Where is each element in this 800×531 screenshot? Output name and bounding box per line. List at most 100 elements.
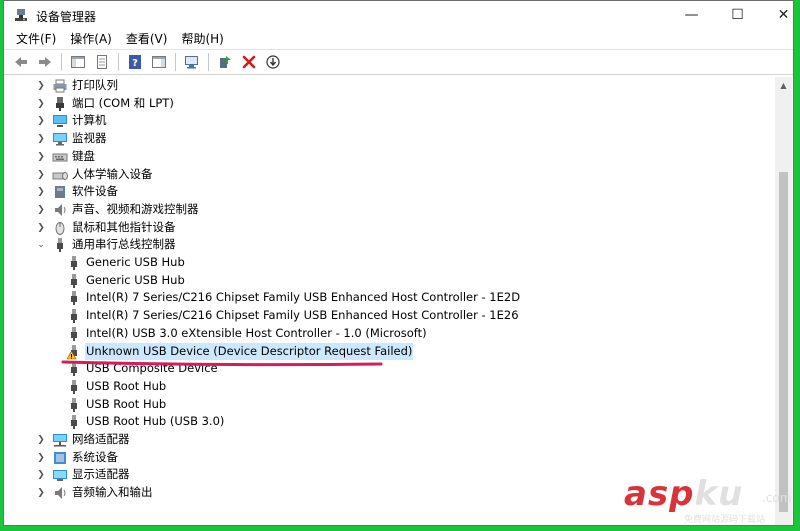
expand-chevron-icon[interactable]: ❯ (36, 130, 46, 147)
tree-category-label: 监视器 (72, 131, 107, 145)
expand-chevron-icon[interactable]: ❯ (36, 77, 46, 94)
collapse-chevron-icon[interactable]: ⌄ (36, 236, 46, 253)
expand-chevron-icon[interactable]: ❯ (36, 484, 46, 501)
expand-chevron-icon[interactable]: ❯ (36, 183, 46, 200)
tree-device[interactable]: USB Root Hub (66, 378, 167, 395)
usb-device-icon (66, 397, 82, 413)
tree-category-label: 通用串行总线控制器 (72, 237, 176, 251)
expand-chevron-icon[interactable]: ❯ (36, 148, 46, 165)
close-icon: ✕ (777, 7, 790, 23)
minimize-icon: — (684, 7, 699, 23)
tree-category-label: 显示适配器 (72, 467, 130, 481)
update-driver-icon (220, 56, 231, 68)
svg-text:?: ? (132, 58, 138, 69)
tree-device-label: USB Root Hub (86, 379, 167, 393)
tree-device-unknown-usb[interactable]: Unknown USB Device (Device Descriptor Re… (66, 343, 414, 360)
warning-usb-device-icon (66, 344, 82, 360)
scan-hardware-icon (185, 56, 198, 69)
uninstall-icon (242, 55, 256, 69)
toolbar-separator (208, 53, 209, 71)
toolbar: ? (4, 49, 793, 75)
tree-category-label: 鼠标和其他指针设备 (72, 220, 176, 234)
tree-category[interactable]: ❯ 监视器 (36, 130, 108, 147)
tree-category[interactable]: ❯ 计算机 (36, 112, 108, 129)
tree-device-label: Generic USB Hub (86, 273, 185, 287)
annotation-underline (61, 360, 383, 367)
menu-help[interactable]: 帮助(H) (174, 29, 230, 49)
expand-chevron-icon[interactable]: ❯ (36, 449, 46, 466)
usb-device-icon (66, 379, 82, 395)
monitor-icon (52, 131, 68, 147)
menu-file[interactable]: 文件(F) (10, 29, 63, 49)
menu-action[interactable]: 操作(A) (63, 29, 119, 49)
software-device-icon (52, 184, 68, 200)
menu-view[interactable]: 查看(V) (119, 29, 175, 49)
watermark-suffix: .com (762, 491, 792, 505)
tree-device-label: Generic USB Hub (86, 255, 185, 269)
tree-category[interactable]: ❯ 音频输入和输出 (36, 484, 154, 501)
expand-chevron-icon[interactable]: ❯ (36, 466, 46, 483)
expand-chevron-icon[interactable]: ❯ (36, 431, 46, 448)
audio-io-icon (52, 485, 68, 501)
vertical-scrollbar[interactable]: ▲ (775, 77, 792, 525)
tree-category-label: 音频输入和输出 (72, 485, 153, 499)
tree-category-expanded[interactable]: ⌄ 通用串行总线控制器 (36, 236, 177, 253)
device-tree[interactable]: ❯ 打印队列 ❯ 端口 (COM 和 LPT) ❯ 计算机 ❯ 监视器 ❯ 键盘… (8, 77, 775, 525)
tree-device[interactable]: Intel(R) 7 Series/C216 Chipset Family US… (66, 289, 521, 306)
tree-category[interactable]: ❯ 键盘 (36, 148, 96, 165)
maximize-icon: ☐ (731, 7, 744, 23)
tree-device[interactable]: USB Root Hub (USB 3.0) (66, 413, 225, 430)
action-pane-icon (152, 56, 166, 68)
tree-category-label: 端口 (COM 和 LPT) (72, 96, 174, 110)
uninstall-device-button[interactable] (238, 52, 260, 72)
tree-category[interactable]: ❯ 鼠标和其他指针设备 (36, 219, 177, 236)
tree-category[interactable]: ❯ 网络适配器 (36, 431, 131, 448)
tree-device[interactable]: Intel(R) USB 3.0 eXtensible Host Control… (66, 325, 428, 342)
show-hide-console-tree-icon (71, 56, 85, 68)
back-button[interactable] (10, 52, 32, 72)
tree-device[interactable]: Generic USB Hub (66, 272, 186, 289)
toolbar-separator (118, 53, 119, 71)
tree-category[interactable]: ❯ 人体学输入设备 (36, 166, 154, 183)
tree-category-label: 计算机 (72, 113, 107, 127)
disable-device-button[interactable] (262, 52, 284, 72)
tree-category[interactable]: ❯ 系统设备 (36, 449, 119, 466)
expand-chevron-icon[interactable]: ❯ (36, 166, 46, 183)
tree-device-label: Intel(R) 7 Series/C216 Chipset Family US… (86, 290, 521, 304)
tree-device[interactable]: USB Root Hub (66, 396, 167, 413)
show-hide-console-tree-button[interactable] (67, 52, 89, 72)
tree-device[interactable]: Generic USB Hub (66, 254, 186, 271)
disable-device-icon (266, 55, 280, 69)
tree-category[interactable]: ❯ 端口 (COM 和 LPT) (36, 95, 175, 112)
tree-category[interactable]: ❯ 显示适配器 (36, 466, 131, 483)
usb-device-icon (66, 326, 82, 342)
tree-device-label: USB Root Hub (USB 3.0) (86, 414, 225, 428)
close-button[interactable]: ✕ (761, 1, 793, 29)
usb-device-icon (66, 255, 82, 271)
properties-button[interactable] (91, 52, 113, 72)
maximize-button[interactable]: ☐ (715, 1, 760, 29)
usb-device-icon (66, 290, 82, 306)
tree-category-label: 软件设备 (72, 184, 118, 198)
usb-icon (52, 237, 68, 253)
help-button[interactable]: ? (124, 52, 146, 72)
tree-category[interactable]: ❯ 声音、视频和游戏控制器 (36, 201, 200, 218)
tree-category[interactable]: ❯ 软件设备 (36, 183, 119, 200)
scrollbar-thumb[interactable] (779, 172, 788, 512)
action-pane-button[interactable] (148, 52, 170, 72)
expand-chevron-icon[interactable]: ❯ (36, 219, 46, 236)
expand-chevron-icon[interactable]: ❯ (36, 95, 46, 112)
minimize-button[interactable]: — (669, 1, 714, 29)
tree-category[interactable]: ❯ 打印队列 (36, 77, 119, 94)
update-driver-button[interactable] (214, 52, 236, 72)
usb-device-icon (66, 414, 82, 430)
expand-chevron-icon[interactable]: ❯ (36, 201, 46, 218)
system-device-icon (52, 450, 68, 466)
scan-hardware-button[interactable] (181, 52, 203, 72)
tree-category-label: 网络适配器 (72, 432, 130, 446)
scroll-up-arrow-icon[interactable]: ▲ (775, 77, 792, 94)
expand-chevron-icon[interactable]: ❯ (36, 112, 46, 129)
tree-device[interactable]: Intel(R) 7 Series/C216 Chipset Family US… (66, 307, 520, 324)
forward-button[interactable] (34, 52, 56, 72)
title-bar[interactable]: 设备管理器 — ☐ ✕ (4, 1, 793, 29)
